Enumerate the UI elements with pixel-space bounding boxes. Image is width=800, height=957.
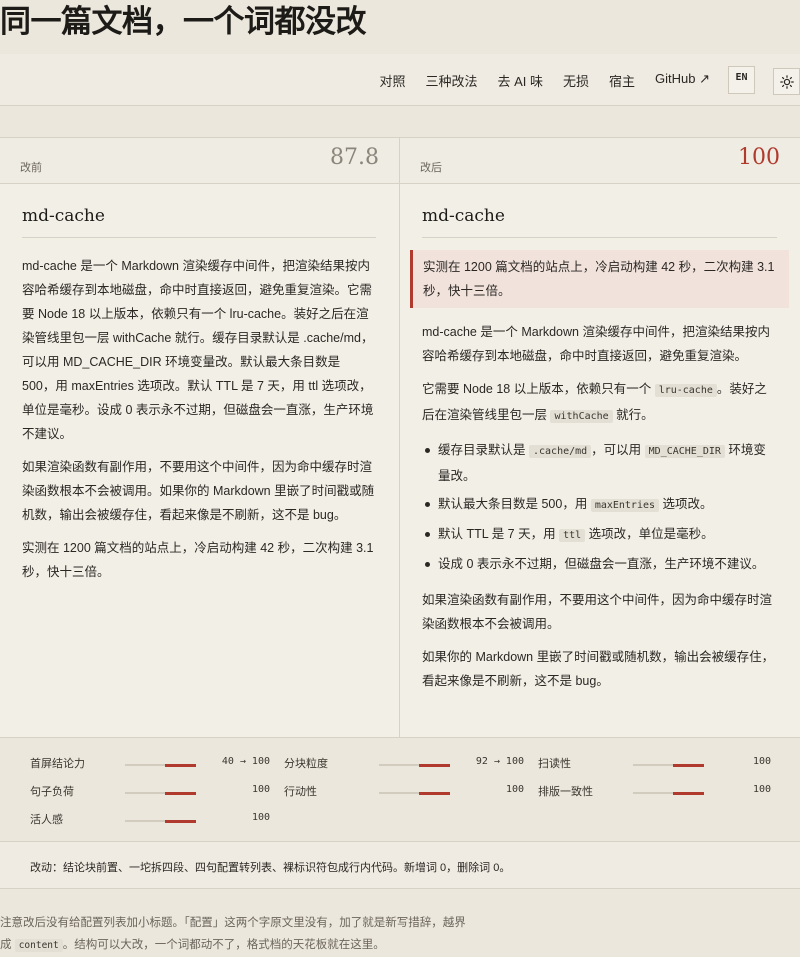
metric-bar: [379, 763, 450, 767]
inline-code: maxEntries: [590, 499, 660, 512]
before-pane: 改前 87.8 md-cache md-cache 是一个 Markdown 渲…: [0, 138, 400, 737]
before-paragraph: 如果渲染函数有副作用，不要用这个中间件，因为命中缓存时渲染函数根本不会被调用。如…: [22, 460, 375, 522]
after-pane: 改后 100 md-cache 实测在 1200 篇文档的站点上，冷启动构建 4…: [400, 138, 800, 737]
metric-bar-fill: [165, 791, 196, 795]
metric-name: 扫读性: [538, 758, 571, 770]
metric-bar: [125, 763, 196, 767]
before-paragraph: 实测在 1200 篇文档的站点上，冷启动构建 42 秒，二次构建 3.1 秒，快…: [22, 541, 374, 579]
nav-link-de-ai[interactable]: 去 AI 味: [497, 71, 543, 90]
inline-code: content: [14, 939, 63, 952]
metric-value: 100: [251, 784, 270, 795]
metric-bar: [125, 819, 196, 823]
after-score: 100: [738, 145, 780, 170]
metric-row: 排版一致性 100: [538, 783, 771, 801]
metric-value: 40 → 100: [221, 756, 270, 767]
before-score: 87.8: [330, 145, 379, 170]
metric-bar-fill: [165, 819, 196, 823]
before-paragraph: md-cache 是一个 Markdown 渲染缓存中间件，把渲染结果按内容哈希…: [22, 259, 374, 441]
before-label: 改前: [20, 162, 42, 174]
after-paragraph: 如果渲染函数有副作用，不要用这个中间件，因为命中缓存时渲染函数根本不会被调用。: [422, 593, 773, 631]
metric-bar-fill: [673, 791, 704, 795]
before-header: 改前 87.8: [0, 138, 399, 184]
nav-link-host[interactable]: 宿主: [609, 71, 635, 90]
after-doc-title: md-cache: [422, 205, 777, 238]
footnote: 注意改后没有给配置列表加小标题。「配置」这两个字原文里没有，加了就是新写措辞，越…: [0, 917, 466, 952]
change-summary: 改动：结论块前置、一坨拆四段、四句配置转列表、裸标识符包成行内代码。新增词 0，…: [0, 841, 800, 889]
metric-row: 分块粒度 92 → 100: [284, 755, 524, 773]
metric-bar-fill: [419, 791, 450, 795]
metric-row: 首屏结论力 40 → 100: [30, 755, 270, 773]
metric-bar-fill: [419, 763, 450, 767]
after-paragraph: 它需要 Node 18 以上版本，依赖只有一个 lru-cache 。装好之后在渲…: [422, 382, 767, 423]
page-title: 同一篇文档，一个词都没改: [0, 4, 367, 40]
metric-bar: [633, 791, 704, 795]
inline-code: lru-cache: [654, 384, 717, 397]
metric-name: 行动性: [284, 786, 317, 798]
metric-value: 100: [505, 784, 524, 795]
after-paragraph: 如果你的 Markdown 里嵌了时间戳或随机数，输出会被缓存住，看起来像是不刷…: [422, 650, 775, 688]
nav-link-compare[interactable]: 对照: [379, 71, 405, 90]
before-doc-title: md-cache: [22, 205, 376, 238]
list-item: 默认 TTL 是 7 天，用 ttl 选项改，单位是毫秒。: [422, 522, 777, 548]
metric-bar-fill: [673, 763, 704, 767]
language-toggle-button[interactable]: EN: [728, 66, 755, 94]
metric-row: 扫读性 100: [538, 755, 771, 773]
theme-toggle-button[interactable]: [773, 68, 800, 95]
metric-bar-fill: [165, 763, 196, 767]
conclusion-callout: 实测在 1200 篇文档的站点上，冷启动构建 42 秒，二次构建 3.1 秒，快…: [410, 250, 789, 308]
config-list: 缓存目录默认是 .cache/md ，可以用 MD_CACHE_DIR 环境变量改…: [422, 438, 777, 576]
metric-value: 100: [752, 784, 771, 795]
metric-value: 92 → 100: [475, 756, 524, 767]
inline-code: withCache: [550, 410, 613, 423]
metric-value: 100: [752, 756, 771, 767]
metrics-grid: 首屏结论力 40 → 100 分块粒度 92 → 100 扫读性 100 句子负…: [0, 738, 800, 841]
nav-link-github[interactable]: GitHub ↗: [655, 71, 710, 90]
list-item: 设成 0 表示永不过期，但磁盘会一直涨，生产环境不建议。: [422, 552, 777, 576]
after-doc: md-cache 实测在 1200 篇文档的站点上，冷启动构建 42 秒，二次构…: [400, 205, 800, 693]
inline-code: .cache/md: [528, 445, 592, 458]
metric-name: 句子负荷: [30, 786, 74, 798]
metric-bar: [633, 763, 704, 767]
metric-value: 100: [251, 812, 270, 823]
nav-link-lossless[interactable]: 无损: [563, 71, 589, 90]
nav-link-three-ways[interactable]: 三种改法: [425, 71, 477, 90]
metric-row: 句子负荷 100: [30, 783, 270, 801]
after-paragraph: md-cache 是一个 Markdown 渲染缓存中间件，把渲染结果按内容哈希…: [422, 325, 770, 363]
metric-row: 行动性 100: [284, 783, 524, 801]
metric-name: 首屏结论力: [30, 758, 85, 770]
metric-name: 分块粒度: [284, 758, 328, 770]
after-label: 改后: [420, 162, 442, 174]
top-nav: 对照 三种改法 去 AI 味 无损 宿主 GitHub ↗: [0, 54, 800, 106]
list-item: 缓存目录默认是 .cache/md ，可以用 MD_CACHE_DIR 环境变量改…: [422, 438, 777, 488]
before-doc: md-cache md-cache 是一个 Markdown 渲染缓存中间件，把…: [0, 205, 399, 584]
metric-name: 排版一致性: [538, 786, 593, 798]
inline-code: MD_CACHE_DIR: [644, 445, 725, 458]
metric-name: 活人感: [30, 814, 63, 826]
sun-icon: [780, 75, 794, 89]
after-header: 改后 100: [400, 138, 800, 184]
metric-bar: [125, 791, 196, 795]
metric-row: 活人感 100: [30, 811, 270, 829]
comparison-panel: 改前 87.8 md-cache md-cache 是一个 Markdown 渲…: [0, 137, 800, 738]
list-item: 默认最大条目数是 500，用 maxEntries 选项改。: [422, 492, 777, 518]
nav-links: 对照 三种改法 去 AI 味 无损 宿主 GitHub ↗: [359, 71, 710, 90]
metric-bar: [379, 791, 450, 795]
inline-code: ttl: [559, 529, 586, 542]
